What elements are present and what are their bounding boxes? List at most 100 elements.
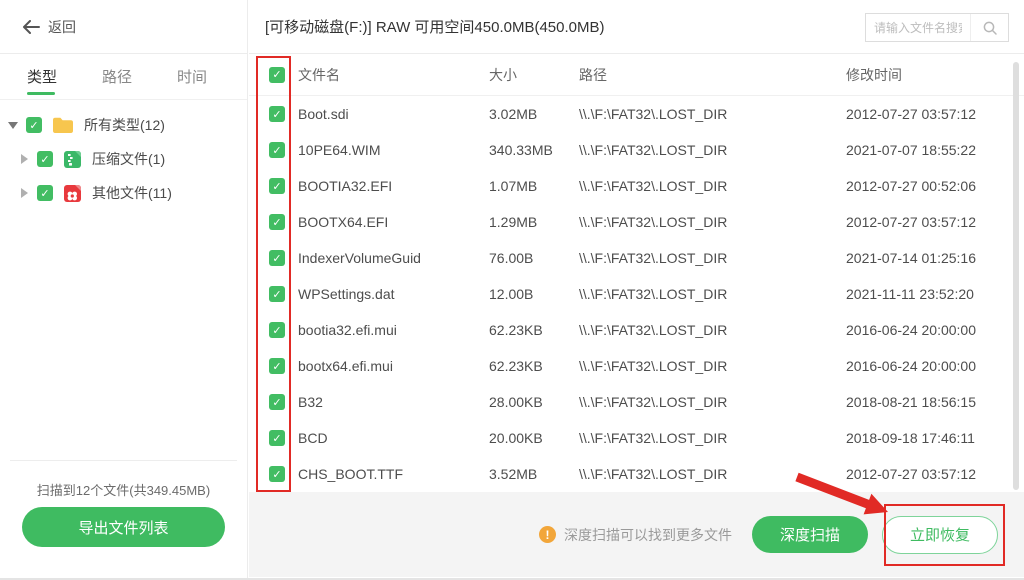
row-modified: 2012-07-27 00:52:06 <box>846 178 976 194</box>
row-filename: BOOTIA32.EFI <box>298 178 392 194</box>
table-row[interactable]: ✓ BCD 20.00KB \\.\F:\FAT32\.LOST_DIR 201… <box>249 420 1024 456</box>
select-all-checkbox[interactable]: ✓ <box>269 67 285 83</box>
column-header-filename[interactable]: 文件名 <box>298 65 340 85</box>
tab-time[interactable]: 时间 <box>177 54 207 99</box>
row-checkbox[interactable]: ✓ <box>269 142 285 158</box>
row-filename: Boot.sdi <box>298 106 349 122</box>
row-path: \\.\F:\FAT32\.LOST_DIR <box>579 106 727 122</box>
row-filename: B32 <box>298 394 323 410</box>
table-row[interactable]: ✓ B32 28.00KB \\.\F:\FAT32\.LOST_DIR 201… <box>249 384 1024 420</box>
row-modified: 2018-09-18 17:46:11 <box>846 430 975 446</box>
search-box <box>865 13 1009 42</box>
column-header-modified[interactable]: 修改时间 <box>846 65 902 85</box>
divider <box>10 460 237 461</box>
other-file-icon <box>63 184 82 203</box>
row-filename: bootia32.efi.mui <box>298 322 397 338</box>
row-filename: bootx64.efi.mui <box>298 358 393 374</box>
app-window: 返回 类型 路径 时间 ✓ 所有类型(12) ✓ 压缩文件(1 <box>0 0 1024 580</box>
row-checkbox[interactable]: ✓ <box>269 250 285 266</box>
caret-right-icon[interactable] <box>21 188 28 198</box>
row-path: \\.\F:\FAT32\.LOST_DIR <box>579 142 727 158</box>
sidebar-tab-bar: 类型 路径 时间 <box>0 54 247 100</box>
export-file-list-button[interactable]: 导出文件列表 <box>22 507 225 547</box>
row-modified: 2016-06-24 20:00:00 <box>846 358 976 374</box>
table-row[interactable]: ✓ IndexerVolumeGuid 76.00B \\.\F:\FAT32\… <box>249 240 1024 276</box>
row-path: \\.\F:\FAT32\.LOST_DIR <box>579 466 727 482</box>
column-header-size[interactable]: 大小 <box>489 65 517 85</box>
caret-down-icon[interactable] <box>8 122 18 129</box>
deep-scan-hint: 深度扫描可以找到更多文件 <box>564 525 732 545</box>
table-row[interactable]: ✓ CHS_BOOT.TTF 3.52MB \\.\F:\FAT32\.LOST… <box>249 456 1024 492</box>
back-button[interactable]: 返回 <box>0 0 247 54</box>
row-filename: IndexerVolumeGuid <box>298 250 421 266</box>
table-row[interactable]: ✓ BOOTX64.EFI 1.29MB \\.\F:\FAT32\.LOST_… <box>249 204 1024 240</box>
tab-path[interactable]: 路径 <box>102 54 132 99</box>
row-filename: CHS_BOOT.TTF <box>298 466 403 482</box>
table-row[interactable]: ✓ WPSettings.dat 12.00B \\.\F:\FAT32\.LO… <box>249 276 1024 312</box>
vertical-scrollbar[interactable] <box>1013 62 1019 490</box>
left-arrow-icon <box>22 20 40 34</box>
row-size: 20.00KB <box>489 430 543 446</box>
row-checkbox[interactable]: ✓ <box>269 358 285 374</box>
main-panel: [可移动磁盘(F:)] RAW 可用空间450.0MB(450.0MB) ✓ 文… <box>249 0 1024 578</box>
tree-item-archive-files[interactable]: ✓ 压缩文件(1) <box>0 142 247 176</box>
table-row[interactable]: ✓ BOOTIA32.EFI 1.07MB \\.\F:\FAT32\.LOST… <box>249 168 1024 204</box>
caret-right-icon[interactable] <box>21 154 28 164</box>
row-filename: BOOTX64.EFI <box>298 214 388 230</box>
row-modified: 2021-07-07 18:55:22 <box>846 142 976 158</box>
table-row[interactable]: ✓ bootia32.efi.mui 62.23KB \\.\F:\FAT32\… <box>249 312 1024 348</box>
search-input[interactable] <box>866 14 970 41</box>
row-path: \\.\F:\FAT32\.LOST_DIR <box>579 250 727 266</box>
tree-item-label: 所有类型(12) <box>84 115 165 135</box>
row-path: \\.\F:\FAT32\.LOST_DIR <box>579 322 727 338</box>
row-path: \\.\F:\FAT32\.LOST_DIR <box>579 178 727 194</box>
table-row[interactable]: ✓ bootx64.efi.mui 62.23KB \\.\F:\FAT32\.… <box>249 348 1024 384</box>
tree-checkbox[interactable]: ✓ <box>37 185 53 201</box>
file-type-tree: ✓ 所有类型(12) ✓ 压缩文件(1) ✓ 其他文件 <box>0 100 247 210</box>
tab-type[interactable]: 类型 <box>27 54 57 99</box>
magnifier-icon <box>982 20 998 36</box>
row-size: 3.02MB <box>489 106 537 122</box>
row-checkbox[interactable]: ✓ <box>269 322 285 338</box>
recover-now-button[interactable]: 立即恢复 <box>882 516 998 554</box>
row-path: \\.\F:\FAT32\.LOST_DIR <box>579 394 727 410</box>
row-path: \\.\F:\FAT32\.LOST_DIR <box>579 286 727 302</box>
archive-file-icon <box>63 150 82 169</box>
drive-title: [可移动磁盘(F:)] RAW 可用空间450.0MB(450.0MB) <box>265 16 605 37</box>
column-header-path[interactable]: 路径 <box>579 65 607 85</box>
folder-icon <box>52 116 74 134</box>
row-checkbox[interactable]: ✓ <box>269 214 285 230</box>
table-row[interactable]: ✓ 10PE64.WIM 340.33MB \\.\F:\FAT32\.LOST… <box>249 132 1024 168</box>
row-filename: 10PE64.WIM <box>298 142 380 158</box>
tree-item-label: 其他文件(11) <box>92 183 172 203</box>
scan-summary: 扫描到12个文件(共349.45MB) <box>0 480 247 499</box>
sidebar: 返回 类型 路径 时间 ✓ 所有类型(12) ✓ 压缩文件(1 <box>0 0 248 578</box>
bottom-action-bar: ! 深度扫描可以找到更多文件 深度扫描 立即恢复 <box>249 492 1024 577</box>
row-size: 62.23KB <box>489 322 543 338</box>
tree-checkbox[interactable]: ✓ <box>37 151 53 167</box>
row-checkbox[interactable]: ✓ <box>269 466 285 482</box>
row-checkbox[interactable]: ✓ <box>269 430 285 446</box>
tree-item-other-files[interactable]: ✓ 其他文件(11) <box>0 176 247 210</box>
row-filename: WPSettings.dat <box>298 286 395 302</box>
row-path: \\.\F:\FAT32\.LOST_DIR <box>579 430 727 446</box>
table-row[interactable]: ✓ Boot.sdi 3.02MB \\.\F:\FAT32\.LOST_DIR… <box>249 96 1024 132</box>
row-checkbox[interactable]: ✓ <box>269 106 285 122</box>
row-modified: 2012-07-27 03:57:12 <box>846 466 976 482</box>
deep-scan-button[interactable]: 深度扫描 <box>752 516 868 553</box>
tree-item-label: 压缩文件(1) <box>92 149 165 169</box>
search-button[interactable] <box>970 14 1008 41</box>
row-modified: 2012-07-27 03:57:12 <box>846 106 976 122</box>
row-checkbox[interactable]: ✓ <box>269 286 285 302</box>
row-size: 28.00KB <box>489 394 543 410</box>
row-checkbox[interactable]: ✓ <box>269 394 285 410</box>
row-path: \\.\F:\FAT32\.LOST_DIR <box>579 358 727 374</box>
row-size: 1.29MB <box>489 214 537 230</box>
row-checkbox[interactable]: ✓ <box>269 178 285 194</box>
row-size: 340.33MB <box>489 142 553 158</box>
row-size: 62.23KB <box>489 358 543 374</box>
tree-checkbox[interactable]: ✓ <box>26 117 42 133</box>
row-modified: 2018-08-21 18:56:15 <box>846 394 976 410</box>
tree-item-all-types[interactable]: ✓ 所有类型(12) <box>0 108 247 142</box>
row-size: 12.00B <box>489 286 533 302</box>
